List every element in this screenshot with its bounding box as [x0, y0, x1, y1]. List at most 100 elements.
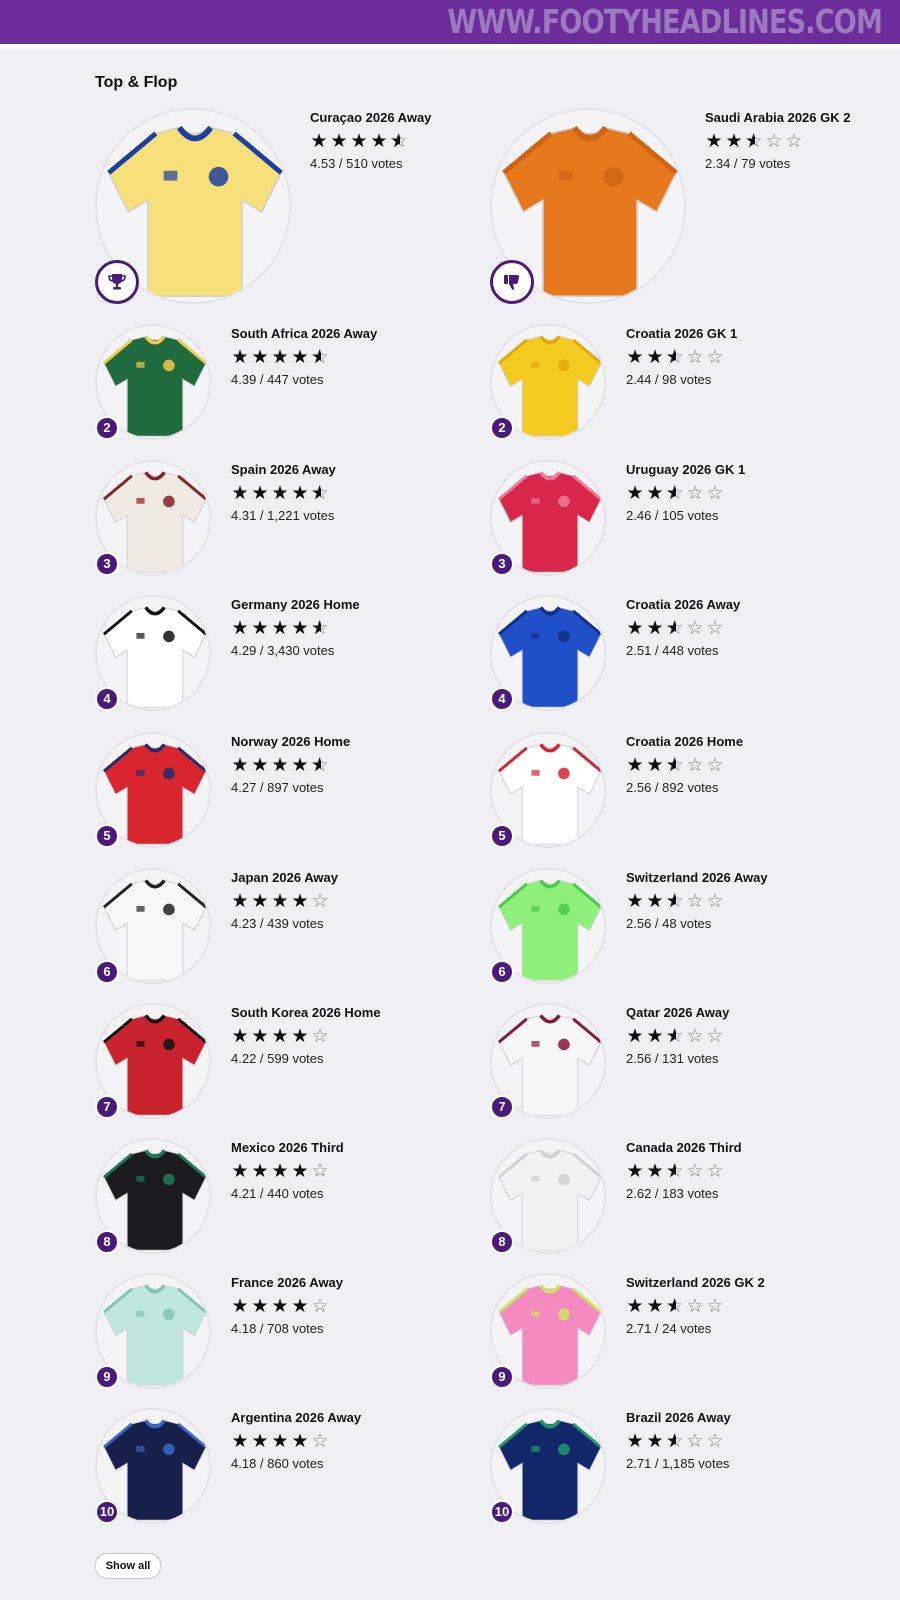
jersey-name[interactable]: Argentina 2026 Away — [231, 1410, 361, 1425]
star-full-icon: ★ — [231, 483, 251, 504]
star-half-icon: ☆ — [311, 484, 331, 505]
star-rating: ★★★★☆ — [231, 755, 331, 777]
rating-votes: 4.27 / 897 votes — [231, 780, 324, 795]
jersey-name[interactable]: South Africa 2026 Away — [231, 326, 377, 341]
rating-votes: 2.56 / 131 votes — [626, 1051, 719, 1066]
star-rating: ★★☆☆☆ — [626, 755, 726, 777]
star-full-icon: ★ — [291, 1431, 311, 1452]
star-rating: ★★☆☆☆ — [626, 347, 726, 369]
star-full-icon: ★ — [231, 755, 251, 776]
jersey-name[interactable]: Brazil 2026 Away — [626, 1410, 731, 1425]
star-full-icon: ★ — [271, 618, 291, 639]
rating-votes: 4.31 / 1,221 votes — [231, 508, 335, 523]
jersey-name[interactable]: Mexico 2026 Third — [231, 1140, 344, 1155]
jersey-name[interactable]: Curaçao 2026 Away — [310, 110, 431, 125]
rating-votes: 4.22 / 599 votes — [231, 1051, 324, 1066]
star-rating: ★★☆☆☆ — [626, 1431, 726, 1453]
star-full-icon: ★ — [251, 1026, 271, 1047]
star-full-icon: ★ — [350, 131, 370, 152]
star-full-icon: ★ — [251, 1431, 271, 1452]
rating-votes: 2.56 / 48 votes — [626, 916, 712, 931]
star-half-icon: ☆ — [666, 1432, 686, 1453]
star-rating: ★★☆☆☆ — [626, 1161, 726, 1183]
star-full-icon: ★ — [251, 1296, 271, 1317]
jersey-name[interactable]: Germany 2026 Home — [231, 597, 360, 612]
jersey-name[interactable]: Switzerland 2026 Away — [626, 870, 768, 885]
rank-badge: 9 — [490, 1365, 514, 1389]
rating-votes: 4.39 / 447 votes — [231, 372, 324, 387]
star-empty-icon: ☆ — [686, 483, 706, 504]
star-rating: ★★★★☆ — [231, 1297, 331, 1317]
star-empty-icon: ☆ — [706, 1296, 726, 1317]
rating-votes: 4.29 / 3,430 votes — [231, 643, 335, 658]
jersey-name[interactable]: Croatia 2026 Home — [626, 734, 743, 749]
star-full-icon: ★ — [251, 1161, 271, 1182]
jersey-name[interactable]: France 2026 Away — [231, 1275, 343, 1290]
rank-badge: 5 — [95, 824, 119, 848]
star-empty-icon: ☆ — [706, 618, 726, 639]
star-empty-icon: ☆ — [686, 891, 706, 912]
rank-badge: 7 — [490, 1095, 514, 1119]
star-empty-icon: ☆ — [706, 483, 726, 504]
rating-votes: 4.23 / 439 votes — [231, 916, 324, 931]
star-full-icon: ★ — [271, 1026, 291, 1047]
rank-badge: 5 — [490, 824, 514, 848]
jersey-name[interactable]: Switzerland 2026 GK 2 — [626, 1275, 765, 1290]
star-empty-icon: ☆ — [686, 347, 706, 368]
star-full-icon: ★ — [251, 755, 271, 776]
star-empty-icon: ☆ — [686, 1026, 706, 1047]
star-half-icon: ☆ — [311, 756, 331, 777]
star-empty-icon: ☆ — [686, 1431, 706, 1452]
star-empty-icon: ☆ — [706, 755, 726, 776]
star-rating: ★★☆☆☆ — [626, 483, 726, 505]
star-full-icon: ★ — [231, 347, 251, 368]
rank-badge: 10 — [490, 1500, 514, 1524]
jersey-name[interactable]: Croatia 2026 Away — [626, 597, 740, 612]
jersey-name[interactable]: Qatar 2026 Away — [626, 1005, 729, 1020]
jersey-name[interactable]: Spain 2026 Away — [231, 462, 336, 477]
star-full-icon: ★ — [646, 1161, 666, 1182]
star-half-icon: ☆ — [745, 132, 765, 153]
star-full-icon: ★ — [626, 755, 646, 776]
jersey-name[interactable]: Uruguay 2026 GK 1 — [626, 462, 745, 477]
jersey-name[interactable]: South Korea 2026 Home — [231, 1005, 381, 1020]
star-half-icon: ☆ — [311, 348, 331, 369]
star-rating: ★★☆☆☆ — [626, 891, 726, 913]
rating-votes: 2.46 / 105 votes — [626, 508, 719, 523]
star-full-icon: ★ — [626, 347, 646, 368]
star-rating: ★★★★☆ — [231, 1432, 331, 1452]
jersey-name[interactable]: Norway 2026 Home — [231, 734, 350, 749]
star-half-icon: ☆ — [666, 348, 686, 369]
jersey-name[interactable]: Japan 2026 Away — [231, 870, 338, 885]
rating-votes: 2.51 / 448 votes — [626, 643, 719, 658]
star-full-icon: ★ — [291, 891, 311, 912]
show-all-button[interactable]: Show all — [95, 1553, 161, 1579]
rating-votes: 4.18 / 708 votes — [231, 1321, 324, 1336]
top-banner: WWW.FOOTYHEADLINES.COM — [0, 0, 900, 44]
star-rating: ★★★★☆ — [231, 483, 331, 505]
star-rating: ★★★★☆ — [231, 892, 331, 912]
star-full-icon: ★ — [271, 347, 291, 368]
rank-badge: 3 — [490, 552, 514, 576]
star-empty-icon: ☆ — [706, 1026, 726, 1047]
star-full-icon: ★ — [231, 1161, 251, 1182]
rank-badge: 2 — [490, 416, 514, 440]
star-full-icon: ★ — [291, 483, 311, 504]
star-half-icon: ☆ — [311, 619, 331, 640]
jersey-name[interactable]: Canada 2026 Third — [626, 1140, 742, 1155]
star-full-icon: ★ — [626, 483, 646, 504]
jersey-name[interactable]: Croatia 2026 GK 1 — [626, 326, 737, 341]
jersey-name[interactable]: Saudi Arabia 2026 GK 2 — [705, 110, 850, 125]
star-full-icon: ★ — [231, 1296, 251, 1317]
star-full-icon: ★ — [271, 1161, 291, 1182]
star-rating: ★★☆☆☆ — [626, 618, 726, 640]
star-full-icon: ★ — [271, 1296, 291, 1317]
star-empty-icon: ☆ — [311, 1431, 331, 1452]
star-full-icon: ★ — [231, 1431, 251, 1452]
star-full-icon: ★ — [646, 618, 666, 639]
star-empty-icon: ☆ — [706, 1161, 726, 1182]
star-empty-icon: ☆ — [311, 1161, 331, 1182]
divider — [0, 44, 900, 49]
star-full-icon: ★ — [646, 1026, 666, 1047]
star-half-icon: ☆ — [666, 892, 686, 913]
